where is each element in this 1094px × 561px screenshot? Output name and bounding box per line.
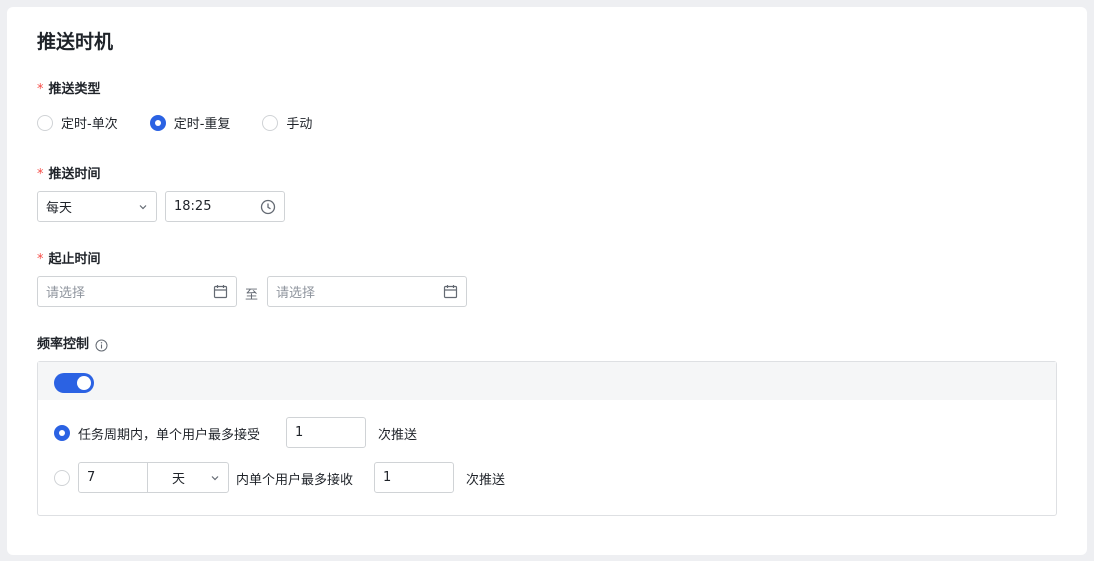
date-range-label-text: 起止时间 — [48, 252, 101, 267]
radio-unchecked-icon[interactable] — [262, 114, 279, 131]
end-date-placeholder: 请选择 — [276, 286, 316, 301]
section-title: 推送时机 — [37, 31, 114, 53]
clock-icon — [260, 199, 276, 215]
chevron-down-icon — [138, 202, 148, 212]
rule-period-unit-select[interactable]: 天 — [147, 462, 229, 493]
calendar-icon — [213, 284, 228, 299]
rule-period-unit-value: 天 — [172, 472, 186, 487]
push-type-option-manual[interactable]: 手动 — [262, 113, 312, 132]
frequency-control-toggle[interactable] — [54, 373, 94, 393]
rule-period-days-value: 7 — [87, 470, 96, 485]
rule-cycle-suffix: 次推送 — [378, 428, 418, 443]
rule-period-middle: 内单个用户最多接收 — [236, 473, 354, 488]
required-mark: * — [37, 167, 44, 182]
radio-checked-icon[interactable] — [149, 114, 166, 131]
rule-cycle-prefix: 任务周期内，单个用户最多接受 — [78, 428, 261, 443]
start-date-picker[interactable]: 请选择 — [37, 276, 237, 307]
push-type-label-text: 推送类型 — [48, 82, 101, 97]
frequency-control-header — [38, 362, 1056, 400]
push-type-option-label: 定时-重复 — [173, 117, 231, 132]
info-icon[interactable] — [95, 339, 108, 352]
time-picker-value: 18:25 — [174, 199, 212, 214]
required-mark: * — [37, 252, 44, 267]
calendar-icon — [443, 284, 458, 299]
push-type-radio-group: 定时-单次 定时-重复 手动 — [37, 113, 344, 132]
chevron-down-icon — [210, 473, 220, 483]
rule-cycle-radio[interactable] — [54, 425, 70, 441]
rule-period-count-value: 1 — [383, 470, 392, 485]
rule-period-suffix: 次推送 — [466, 473, 506, 488]
rule-cycle-count-input[interactable]: 1 — [286, 417, 366, 448]
rule-period-count-input[interactable]: 1 — [374, 462, 454, 493]
rule-cycle-count-value: 1 — [295, 425, 304, 440]
push-time-label: * 推送时间 — [37, 166, 101, 184]
push-time-label-text: 推送时间 — [48, 167, 101, 182]
time-picker[interactable]: 18:25 — [165, 191, 285, 222]
radio-unchecked-icon[interactable] — [37, 114, 53, 131]
rule-period-days-input[interactable]: 7 — [78, 462, 148, 493]
frequency-select[interactable]: 每天 — [37, 191, 157, 222]
frequency-select-value: 每天 — [46, 201, 73, 216]
start-date-placeholder: 请选择 — [46, 286, 86, 301]
frequency-control-label: 频率控制 — [37, 336, 108, 354]
date-range-label: * 起止时间 — [37, 251, 101, 269]
date-range-separator: 至 — [245, 288, 259, 303]
push-type-option-repeat[interactable]: 定时-重复 — [149, 113, 231, 132]
frequency-control-label-text: 频率控制 — [37, 337, 90, 352]
push-timing-card: 推送时机 * 推送类型 定时-单次 定时-重复 手动 * 推送时间 每天 18:… — [7, 7, 1087, 555]
push-type-option-label: 定时-单次 — [61, 117, 118, 132]
push-type-label: * 推送类型 — [37, 81, 101, 99]
rule-period-radio[interactable] — [54, 470, 70, 486]
end-date-picker[interactable]: 请选择 — [267, 276, 467, 307]
push-type-option-label: 手动 — [286, 117, 313, 132]
push-type-option-single[interactable]: 定时-单次 — [37, 113, 118, 132]
frequency-control-panel: 任务周期内，单个用户最多接受 1 次推送 7 天 内单个用户最多接收 1 次推送 — [37, 361, 1057, 516]
required-mark: * — [37, 82, 44, 97]
